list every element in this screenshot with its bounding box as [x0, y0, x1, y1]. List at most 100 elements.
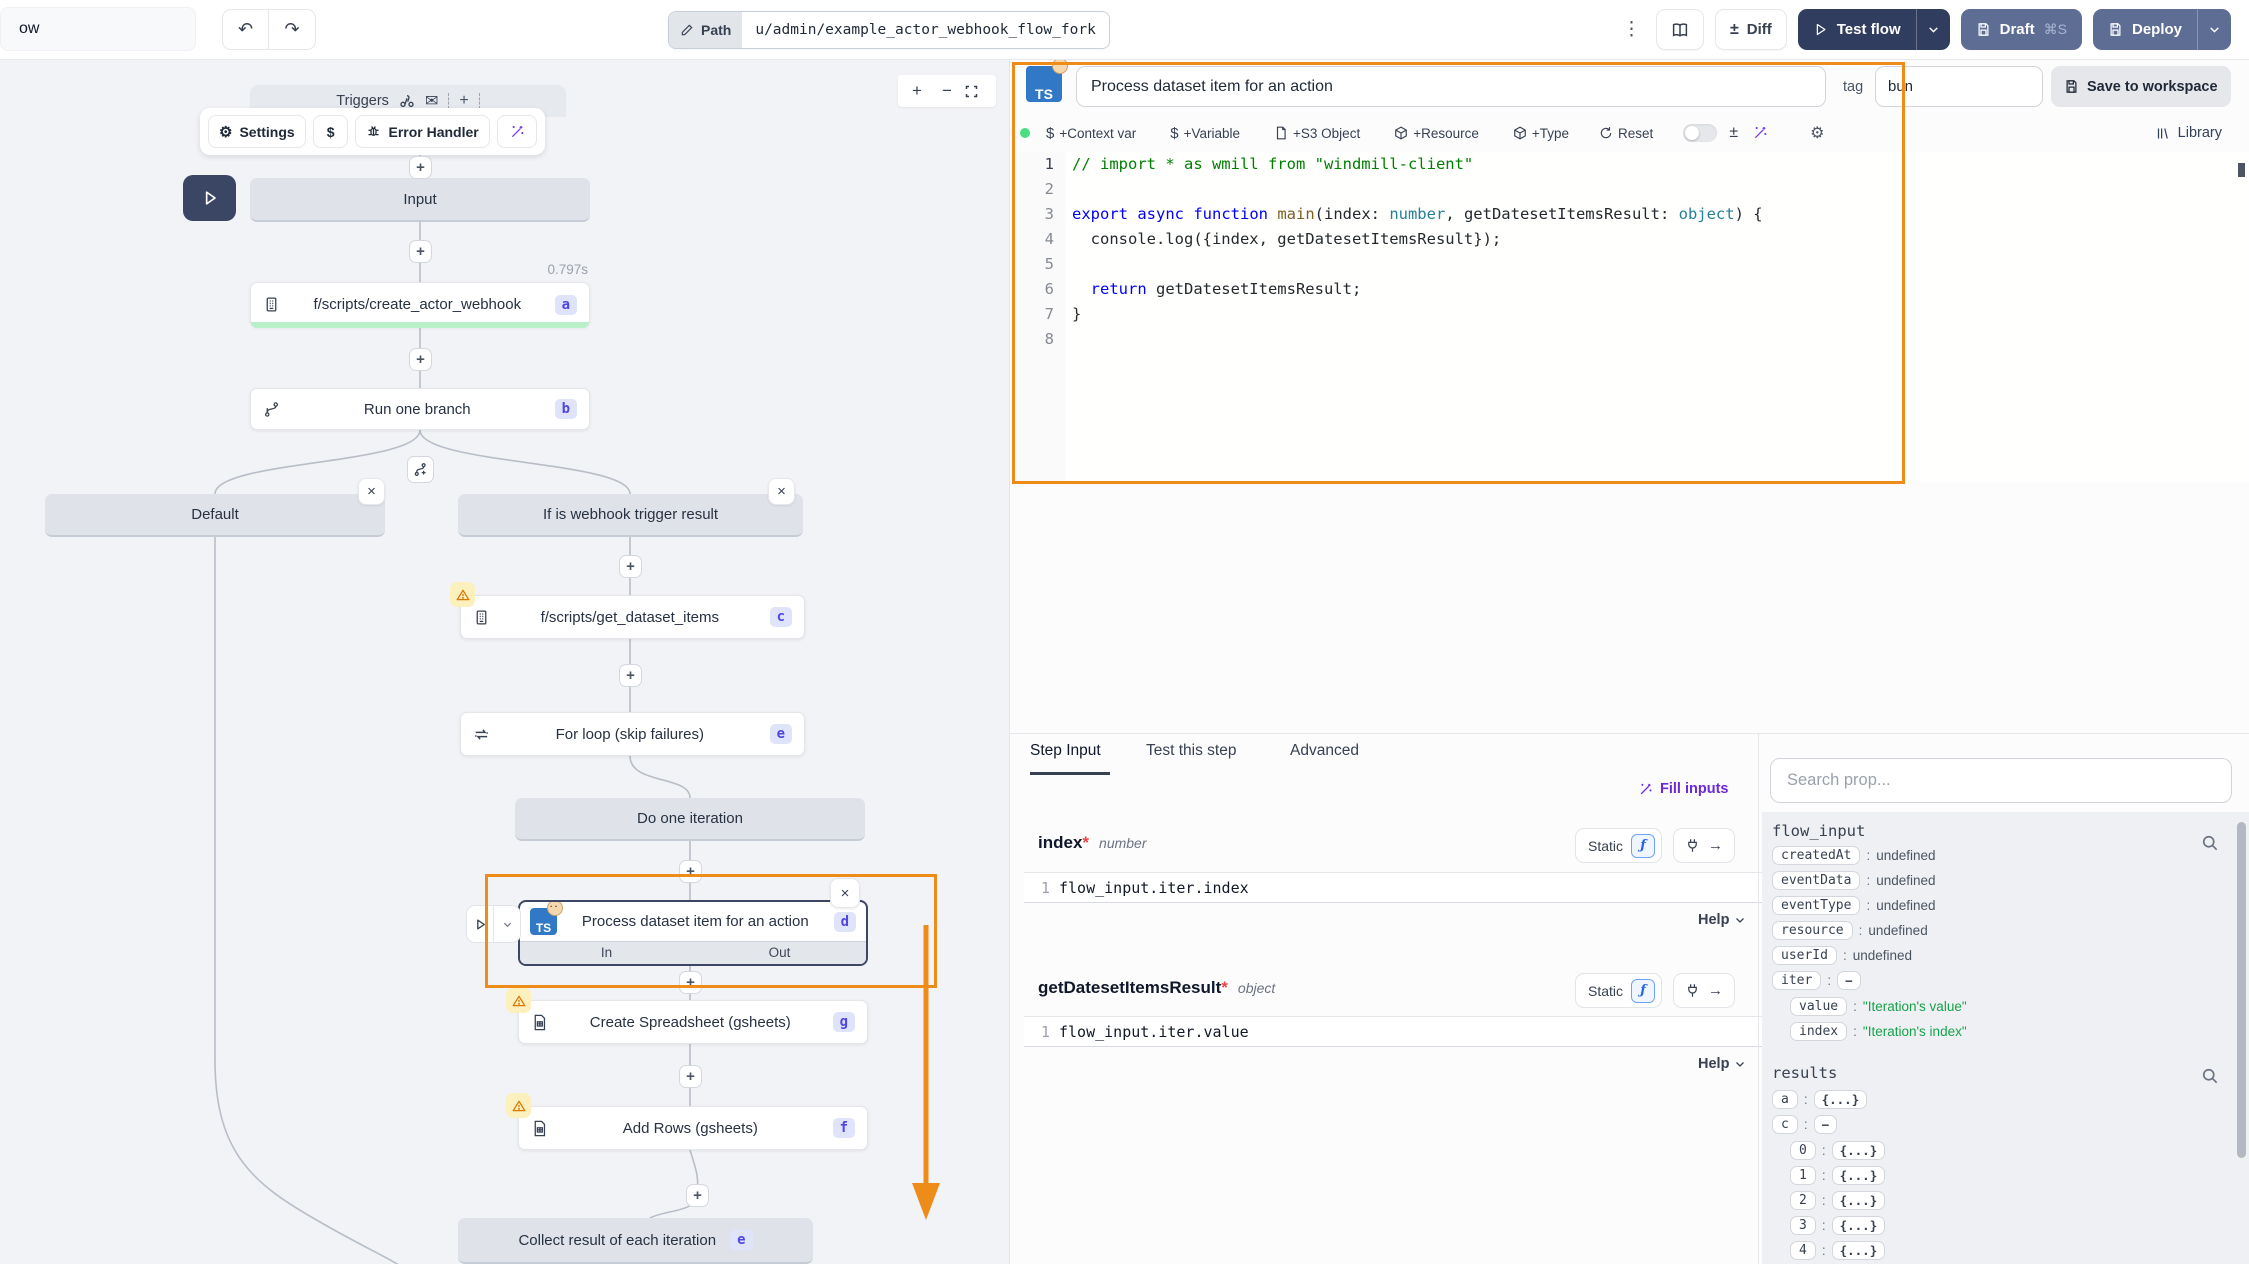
- editor-scrollbar-thumb[interactable]: [2238, 163, 2245, 177]
- insert-step-button[interactable]: +: [619, 555, 642, 578]
- node-do-one-iteration[interactable]: Do one iteration: [515, 798, 865, 841]
- reset-button[interactable]: Reset: [1599, 126, 1653, 141]
- add-branch-button[interactable]: [407, 456, 434, 483]
- node-process-dataset-item-selected[interactable]: TS Process dataset item for an action d …: [518, 900, 868, 966]
- prop-collapse-pill[interactable]: {...}: [1832, 1166, 1886, 1185]
- node-branch-if-webhook[interactable]: If is webhook trigger result: [458, 494, 803, 537]
- insert-step-button[interactable]: +: [686, 1184, 709, 1207]
- test-flow-button[interactable]: Test flow: [1798, 9, 1950, 50]
- prop-collapse-pill[interactable]: {...}: [1832, 1216, 1886, 1235]
- path-chip[interactable]: Path u/admin/example_actor_webhook_flow_…: [668, 11, 1110, 49]
- expr-input-index[interactable]: 1 flow_input.iter.index: [1024, 872, 1764, 903]
- zoom-out-icon[interactable]: −: [934, 81, 960, 101]
- fit-view-icon[interactable]: [964, 84, 990, 99]
- test-up-to-button[interactable]: [183, 175, 236, 221]
- flow-name-box[interactable]: ow: [0, 7, 196, 51]
- prop-key[interactable]: eventType: [1772, 896, 1860, 915]
- prop-key[interactable]: iter: [1772, 971, 1821, 990]
- node-collect-result[interactable]: Collect result of each iteration e: [458, 1218, 813, 1264]
- step-title-input[interactable]: [1076, 66, 1826, 107]
- search-icon[interactable]: [2200, 1066, 2220, 1086]
- add-resource-button[interactable]: +Resource: [1394, 126, 1479, 141]
- delete-branch-button[interactable]: ×: [358, 478, 385, 505]
- prop-key[interactable]: userId: [1772, 946, 1837, 965]
- insert-step-button[interactable]: +: [409, 240, 432, 263]
- node-input-tab[interactable]: In: [520, 942, 693, 964]
- insert-step-button[interactable]: +: [619, 664, 642, 687]
- prop-key[interactable]: eventData: [1772, 871, 1860, 890]
- redo-button[interactable]: ↷: [269, 9, 316, 50]
- prop-key[interactable]: 0: [1790, 1141, 1816, 1160]
- draft-button[interactable]: Draft ⌘S: [1961, 9, 2082, 50]
- prop-key[interactable]: resource: [1772, 921, 1853, 940]
- node-output-tab[interactable]: Out: [693, 942, 866, 964]
- connect-input-button[interactable]: →: [1673, 973, 1735, 1008]
- prop-key[interactable]: c: [1772, 1115, 1798, 1134]
- tab-step-input[interactable]: Step Input: [1030, 742, 1101, 760]
- library-button[interactable]: Library: [2156, 125, 2222, 141]
- prop-collapse-pill[interactable]: {...}: [1832, 1191, 1886, 1210]
- context-variables-button[interactable]: $: [313, 115, 349, 148]
- tab-advanced[interactable]: Advanced: [1290, 742, 1359, 760]
- connect-input-button[interactable]: →: [1673, 828, 1735, 863]
- prop-key[interactable]: value: [1790, 997, 1847, 1016]
- ai-wand-icon[interactable]: [1752, 125, 1768, 141]
- code-editor[interactable]: 1 2 3 4 5 6 7 8 // import * as wmill fro…: [1014, 152, 2249, 482]
- error-handler-button[interactable]: Error Handler: [355, 115, 489, 148]
- help-button[interactable]: Help: [1698, 1056, 1746, 1072]
- static-expr-toggle[interactable]: Static ƒ: [1575, 973, 1662, 1008]
- ai-wand-button[interactable]: [497, 115, 537, 148]
- run-step-button[interactable]: [467, 906, 493, 942]
- tag-input[interactable]: [1875, 66, 2043, 107]
- node-branch-default[interactable]: Default: [45, 494, 385, 537]
- prop-key[interactable]: 1: [1790, 1166, 1816, 1185]
- plus-minus-icon[interactable]: ±: [1729, 124, 1738, 142]
- diff-toggle[interactable]: [1683, 124, 1717, 142]
- undo-button[interactable]: ↶: [222, 9, 269, 50]
- insert-step-button[interactable]: +: [679, 1065, 702, 1088]
- prop-collapse-pill[interactable]: −: [1837, 971, 1861, 990]
- add-type-button[interactable]: +Type: [1513, 126, 1569, 141]
- test-flow-dropdown[interactable]: [1916, 9, 1950, 50]
- node-for-loop[interactable]: For loop (skip failures) e: [460, 712, 805, 756]
- docs-button[interactable]: [1656, 9, 1704, 50]
- node-create-actor-webhook[interactable]: f/scripts/create_actor_webhook a: [250, 282, 590, 327]
- prop-key[interactable]: 4: [1790, 1241, 1816, 1260]
- prop-key[interactable]: a: [1772, 1090, 1798, 1109]
- prop-key[interactable]: createdAt: [1772, 846, 1860, 865]
- deploy-button[interactable]: Deploy: [2093, 9, 2231, 50]
- insert-step-button[interactable]: +: [679, 971, 702, 994]
- function-mode-icon[interactable]: ƒ: [1631, 834, 1655, 858]
- settings-button[interactable]: ⚙ Settings: [208, 115, 306, 148]
- prop-collapse-pill[interactable]: {...}: [1832, 1141, 1886, 1160]
- prop-key[interactable]: index: [1790, 1022, 1847, 1041]
- add-s3-object-button[interactable]: +S3 Object: [1274, 126, 1360, 141]
- node-add-rows[interactable]: Add Rows (gsheets) f: [518, 1106, 868, 1150]
- diff-button[interactable]: ± Diff: [1715, 9, 1787, 50]
- static-expr-toggle[interactable]: Static ƒ: [1575, 828, 1662, 863]
- delete-step-button[interactable]: ×: [830, 878, 860, 908]
- insert-step-button[interactable]: +: [409, 348, 432, 371]
- node-create-spreadsheet[interactable]: Create Spreadsheet (gsheets) g: [518, 1000, 868, 1044]
- function-mode-icon[interactable]: ƒ: [1631, 979, 1655, 1003]
- add-context-var-button[interactable]: $ +Context var: [1046, 125, 1136, 142]
- node-flow-input[interactable]: Input: [250, 178, 590, 222]
- run-step-menu-button[interactable]: [493, 906, 520, 942]
- help-button[interactable]: Help: [1698, 912, 1746, 928]
- search-prop-input[interactable]: [1770, 758, 2232, 803]
- node-get-dataset-items[interactable]: f/scripts/get_dataset_items c: [460, 595, 805, 639]
- save-to-workspace-button[interactable]: Save to workspace: [2051, 66, 2231, 107]
- prop-collapse-pill[interactable]: −: [1814, 1115, 1838, 1134]
- flow-input-title[interactable]: flow_input: [1772, 822, 1865, 840]
- results-title[interactable]: results: [1772, 1064, 1837, 1082]
- add-variable-button[interactable]: $ +Variable: [1170, 125, 1240, 142]
- prop-collapse-pill[interactable]: {...}: [1814, 1090, 1868, 1109]
- prop-picker-scrollbar[interactable]: [2237, 822, 2246, 1158]
- prop-key[interactable]: 3: [1790, 1216, 1816, 1235]
- delete-branch-button[interactable]: ×: [768, 478, 795, 505]
- insert-step-button[interactable]: +: [409, 156, 432, 179]
- more-menu-icon[interactable]: ⋮: [1618, 18, 1645, 41]
- node-run-one-branch[interactable]: Run one branch b: [250, 388, 590, 430]
- fill-inputs-button[interactable]: Fill inputs: [1638, 781, 1728, 797]
- deploy-dropdown[interactable]: [2197, 9, 2231, 50]
